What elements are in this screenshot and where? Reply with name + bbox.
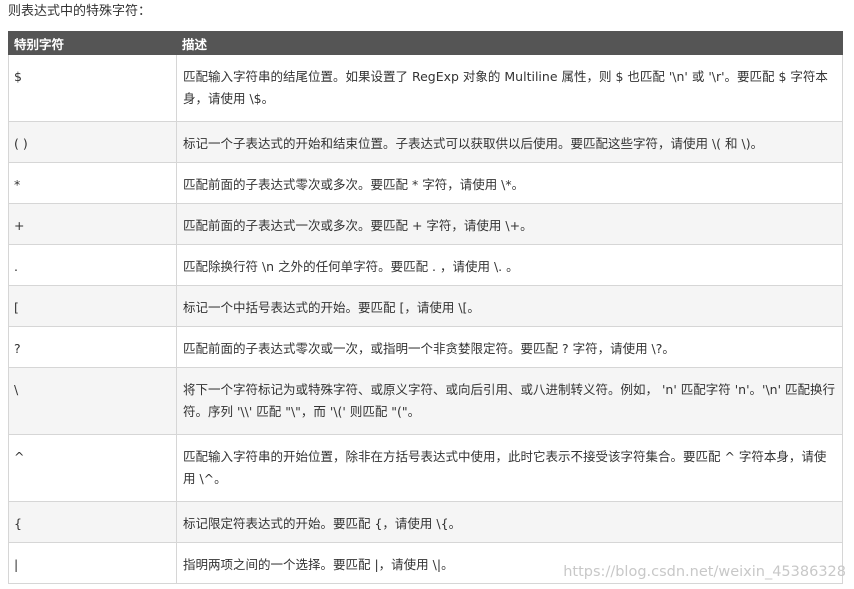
cell-char: {: [8, 501, 177, 543]
table-row: * 匹配前面的子表达式零次或多次。要匹配 * 字符，请使用 \*。: [8, 162, 843, 204]
table-row: { 标记限定符表达式的开始。要匹配 {，请使用 \{。: [8, 501, 843, 543]
column-header-char: 特别字符: [8, 31, 177, 55]
cell-char: ( ): [8, 121, 177, 163]
cell-char: [: [8, 285, 177, 327]
cell-char: ^: [8, 434, 177, 502]
intro-text: 则表达式中的特殊字符：: [8, 4, 152, 19]
cell-char: $: [8, 54, 177, 122]
table-row: ^ 匹配输入字符串的开始位置，除非在方括号表达式中使用，此时它表示不接受该字符集…: [8, 434, 843, 502]
table-header-row: 特别字符 描述: [8, 31, 843, 55]
cell-desc: 匹配输入字符串的开始位置，除非在方括号表达式中使用，此时它表示不接受该字符集合。…: [176, 434, 843, 502]
cell-char: ?: [8, 326, 177, 368]
table-row: . 匹配除换行符 \n 之外的任何单字符。要匹配 . ，请使用 \. 。: [8, 244, 843, 286]
table-row: ( ) 标记一个子表达式的开始和结束位置。子表达式可以获取供以后使用。要匹配这些…: [8, 121, 843, 163]
cell-char: \: [8, 367, 177, 435]
cell-char: .: [8, 244, 177, 286]
table-row: $ 匹配输入字符串的结尾位置。如果设置了 RegExp 对象的 Multilin…: [8, 54, 843, 122]
cell-char: +: [8, 203, 177, 245]
cell-char: *: [8, 162, 177, 204]
cell-desc: 匹配前面的子表达式一次或多次。要匹配 + 字符，请使用 \+。: [176, 203, 843, 245]
cell-desc: 匹配除换行符 \n 之外的任何单字符。要匹配 . ，请使用 \. 。: [176, 244, 843, 286]
cell-char: |: [8, 542, 177, 584]
cell-desc: 标记一个子表达式的开始和结束位置。子表达式可以获取供以后使用。要匹配这些字符，请…: [176, 121, 843, 163]
table-row: + 匹配前面的子表达式一次或多次。要匹配 + 字符，请使用 \+。: [8, 203, 843, 245]
cell-desc: 将下一个字符标记为或特殊字符、或原义字符、或向后引用、或八进制转义符。例如， '…: [176, 367, 843, 435]
cell-desc: 匹配前面的子表达式零次或多次。要匹配 * 字符，请使用 \*。: [176, 162, 843, 204]
table-row: \ 将下一个字符标记为或特殊字符、或原义字符、或向后引用、或八进制转义符。例如，…: [8, 367, 843, 435]
cell-desc: 标记限定符表达式的开始。要匹配 {，请使用 \{。: [176, 501, 843, 543]
table-row: [ 标记一个中括号表达式的开始。要匹配 [，请使用 \[。: [8, 285, 843, 327]
cell-desc: 匹配前面的子表达式零次或一次，或指明一个非贪婪限定符。要匹配 ? 字符，请使用 …: [176, 326, 843, 368]
watermark: https://blog.csdn.net/weixin_45386328: [563, 564, 846, 580]
column-header-desc: 描述: [176, 31, 843, 55]
table-row: ? 匹配前面的子表达式零次或一次，或指明一个非贪婪限定符。要匹配 ? 字符，请使…: [8, 326, 843, 368]
cell-desc: 匹配输入字符串的结尾位置。如果设置了 RegExp 对象的 Multiline …: [176, 54, 843, 122]
cell-desc: 标记一个中括号表达式的开始。要匹配 [，请使用 \[。: [176, 285, 843, 327]
special-characters-table: 特别字符 描述 $ 匹配输入字符串的结尾位置。如果设置了 RegExp 对象的 …: [8, 31, 843, 584]
